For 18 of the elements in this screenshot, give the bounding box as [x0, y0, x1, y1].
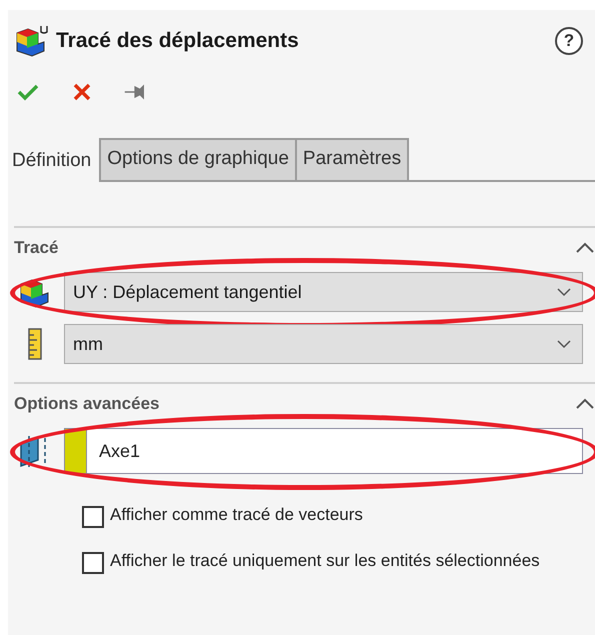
plot-part-icon: [14, 24, 48, 58]
checkbox[interactable]: [82, 552, 104, 574]
collapse-chevron-icon[interactable]: [575, 242, 595, 254]
section-heading: Options avancées: [14, 394, 160, 414]
reference-field[interactable]: Axe1: [64, 428, 583, 474]
tab[interactable]: Paramètres: [296, 138, 410, 182]
tab[interactable]: Options de graphique: [99, 138, 297, 182]
result-dropdown[interactable]: UY : Déplacement tangentiel: [64, 272, 583, 312]
section-heading: Tracé: [14, 238, 58, 258]
checkbox-label: Afficher le tracé uniquement sur les entités sélectionnées: [110, 550, 540, 572]
checkbox[interactable]: [82, 506, 104, 528]
caret-icon: [556, 287, 572, 297]
checkbox-label: Afficher comme tracé de vecteurs: [110, 504, 363, 526]
caret-icon: [556, 339, 572, 349]
help-icon[interactable]: ?: [555, 27, 583, 55]
collapse-chevron-icon[interactable]: [575, 398, 595, 410]
panel-title: Tracé des déplacements: [56, 29, 300, 53]
units-dropdown[interactable]: mm: [64, 324, 583, 364]
